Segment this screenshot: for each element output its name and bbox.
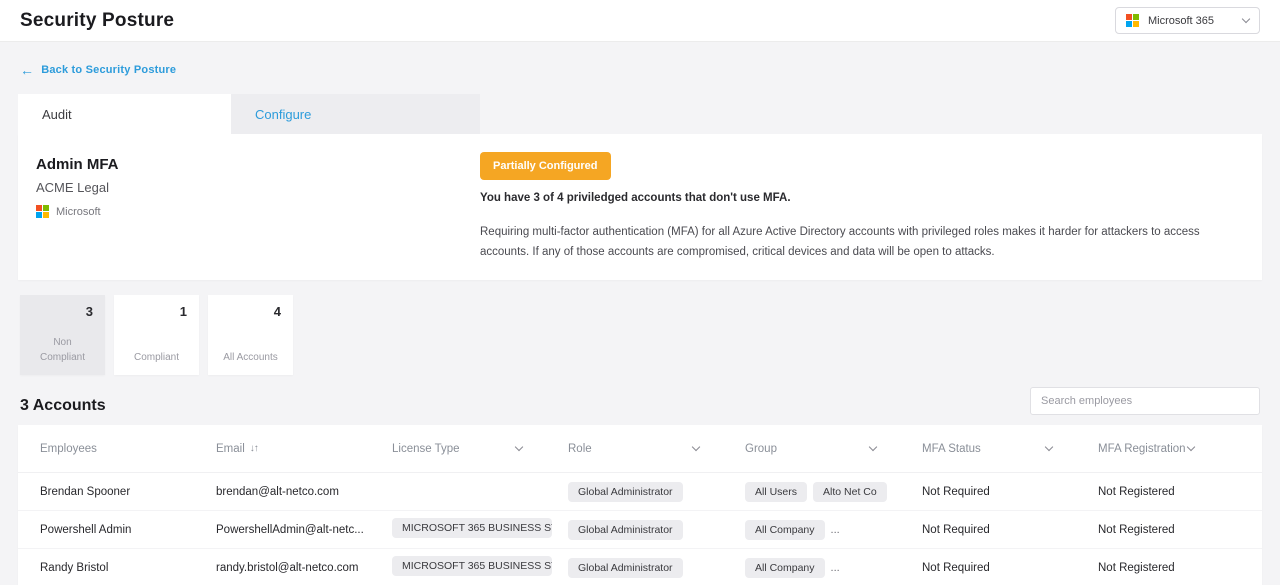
- role-cell: Global Administrator: [568, 558, 745, 578]
- stat-card-compliant[interactable]: 1 Compliant: [114, 295, 199, 375]
- page-title: Security Posture: [20, 10, 174, 32]
- employee-name: Powershell Admin: [40, 524, 216, 536]
- status-badge: Partially Configured: [480, 152, 611, 180]
- audit-company: ACME Legal: [36, 180, 480, 195]
- mfa-registration: Not Registered: [1098, 524, 1240, 536]
- accounts-table: Employees Email ↓↑ License Type Role Gro…: [18, 425, 1262, 585]
- group-pill: Alto Net Co: [813, 482, 887, 502]
- sort-icon[interactable]: ↓↑: [250, 443, 258, 454]
- microsoft-logo-icon: [36, 205, 49, 218]
- back-arrow-icon: ←: [20, 62, 34, 78]
- employee-name: Randy Bristol: [40, 562, 216, 574]
- license-pill: MICROSOFT 365 BUSINESS STAN: [392, 518, 552, 538]
- audit-title: Admin MFA: [36, 156, 480, 173]
- stat-label: Compliant: [126, 351, 187, 366]
- provider-row: Microsoft: [36, 205, 480, 218]
- group-more-indicator: ...: [831, 562, 840, 574]
- group-cell: All Company ...: [745, 520, 922, 540]
- chevron-down-icon[interactable]: [869, 443, 877, 451]
- role-pill: Global Administrator: [568, 520, 683, 540]
- mfa-status: Not Required: [922, 562, 1098, 574]
- search-input[interactable]: [1030, 387, 1260, 415]
- back-link-label: Back to Security Posture: [41, 64, 176, 76]
- employee-email: brendan@alt-netco.com: [216, 486, 392, 498]
- license-pill: MICROSOFT 365 BUSINESS STAN: [392, 556, 552, 576]
- column-header-license-type: License Type: [392, 443, 568, 455]
- tenant-selector-dropdown[interactable]: Microsoft 365: [1115, 7, 1260, 34]
- chevron-down-icon[interactable]: [1045, 443, 1053, 451]
- audit-summary-text: You have 3 of 4 priviledged accounts tha…: [480, 192, 1224, 204]
- column-header-mfa-status: MFA Status: [922, 443, 1098, 455]
- tab-bar: Audit Configure: [18, 94, 1262, 134]
- back-row: ← Back to Security Posture: [0, 42, 1280, 94]
- top-bar: Security Posture Microsoft 365: [0, 0, 1280, 42]
- tenant-selector-label: Microsoft 365: [1148, 15, 1214, 27]
- microsoft-logo-icon: [1126, 14, 1139, 27]
- license-cell: MICROSOFT 365 BUSINESS STAN: [392, 556, 568, 579]
- audit-summary-card: Admin MFA ACME Legal Microsoft Partially…: [18, 134, 1262, 280]
- stat-value: 1: [126, 304, 187, 319]
- column-header-role: Role: [568, 443, 745, 455]
- chevron-down-icon[interactable]: [692, 443, 700, 451]
- column-header-group: Group: [745, 443, 922, 455]
- accounts-bar: 3 Accounts: [20, 387, 1260, 415]
- role-pill: Global Administrator: [568, 558, 683, 578]
- chevron-down-icon[interactable]: [1187, 443, 1195, 451]
- audit-description-text: Requiring multi-factor authentication (M…: [480, 222, 1224, 262]
- table-row[interactable]: Randy Bristol randy.bristol@alt-netco.co…: [18, 549, 1262, 585]
- accounts-count-title: 3 Accounts: [20, 397, 106, 415]
- group-more-indicator: ...: [831, 524, 840, 536]
- role-cell: Global Administrator: [568, 520, 745, 540]
- stat-label: Non Compliant: [32, 336, 93, 365]
- table-row[interactable]: Brendan Spooner brendan@alt-netco.com Gl…: [18, 473, 1262, 511]
- license-cell: MICROSOFT 365 BUSINESS STAN: [392, 518, 568, 541]
- stats-row: 3 Non Compliant 1 Compliant 4 All Accoun…: [20, 295, 1260, 375]
- table-row[interactable]: Powershell Admin PowershellAdmin@alt-net…: [18, 511, 1262, 549]
- group-cell: All Company ...: [745, 558, 922, 578]
- audit-card-left: Admin MFA ACME Legal Microsoft: [36, 152, 480, 262]
- group-pill: All Company: [745, 520, 825, 540]
- back-to-security-posture-link[interactable]: ← Back to Security Posture: [20, 62, 176, 78]
- employee-name: Brendan Spooner: [40, 486, 216, 498]
- role-cell: Global Administrator: [568, 482, 745, 502]
- chevron-down-icon: [1242, 14, 1250, 22]
- mfa-registration: Not Registered: [1098, 562, 1240, 574]
- tab-configure[interactable]: Configure: [231, 94, 480, 134]
- group-pill: All Users: [745, 482, 807, 502]
- column-header-employees: Employees: [40, 443, 216, 455]
- mfa-status: Not Required: [922, 486, 1098, 498]
- role-pill: Global Administrator: [568, 482, 683, 502]
- stat-card-non-compliant[interactable]: 3 Non Compliant: [20, 295, 105, 375]
- stat-card-all-accounts[interactable]: 4 All Accounts: [208, 295, 293, 375]
- table-header-row: Employees Email ↓↑ License Type Role Gro…: [18, 425, 1262, 473]
- stat-label: All Accounts: [220, 351, 281, 366]
- provider-label: Microsoft: [56, 206, 101, 218]
- group-pill: All Company: [745, 558, 825, 578]
- employee-email: PowershellAdmin@alt-netc...: [216, 524, 392, 536]
- stat-value: 4: [220, 304, 281, 319]
- chevron-down-icon[interactable]: [515, 443, 523, 451]
- employee-email: randy.bristol@alt-netco.com: [216, 562, 392, 574]
- column-header-mfa-registration: MFA Registration: [1098, 443, 1240, 455]
- column-header-email: Email ↓↑: [216, 443, 392, 455]
- audit-card-right: Partially Configured You have 3 of 4 pri…: [480, 152, 1244, 262]
- mfa-status: Not Required: [922, 524, 1098, 536]
- stat-value: 3: [32, 304, 93, 319]
- tab-audit[interactable]: Audit: [18, 94, 231, 134]
- mfa-registration: Not Registered: [1098, 486, 1240, 498]
- group-cell: All Users Alto Net Co: [745, 482, 922, 502]
